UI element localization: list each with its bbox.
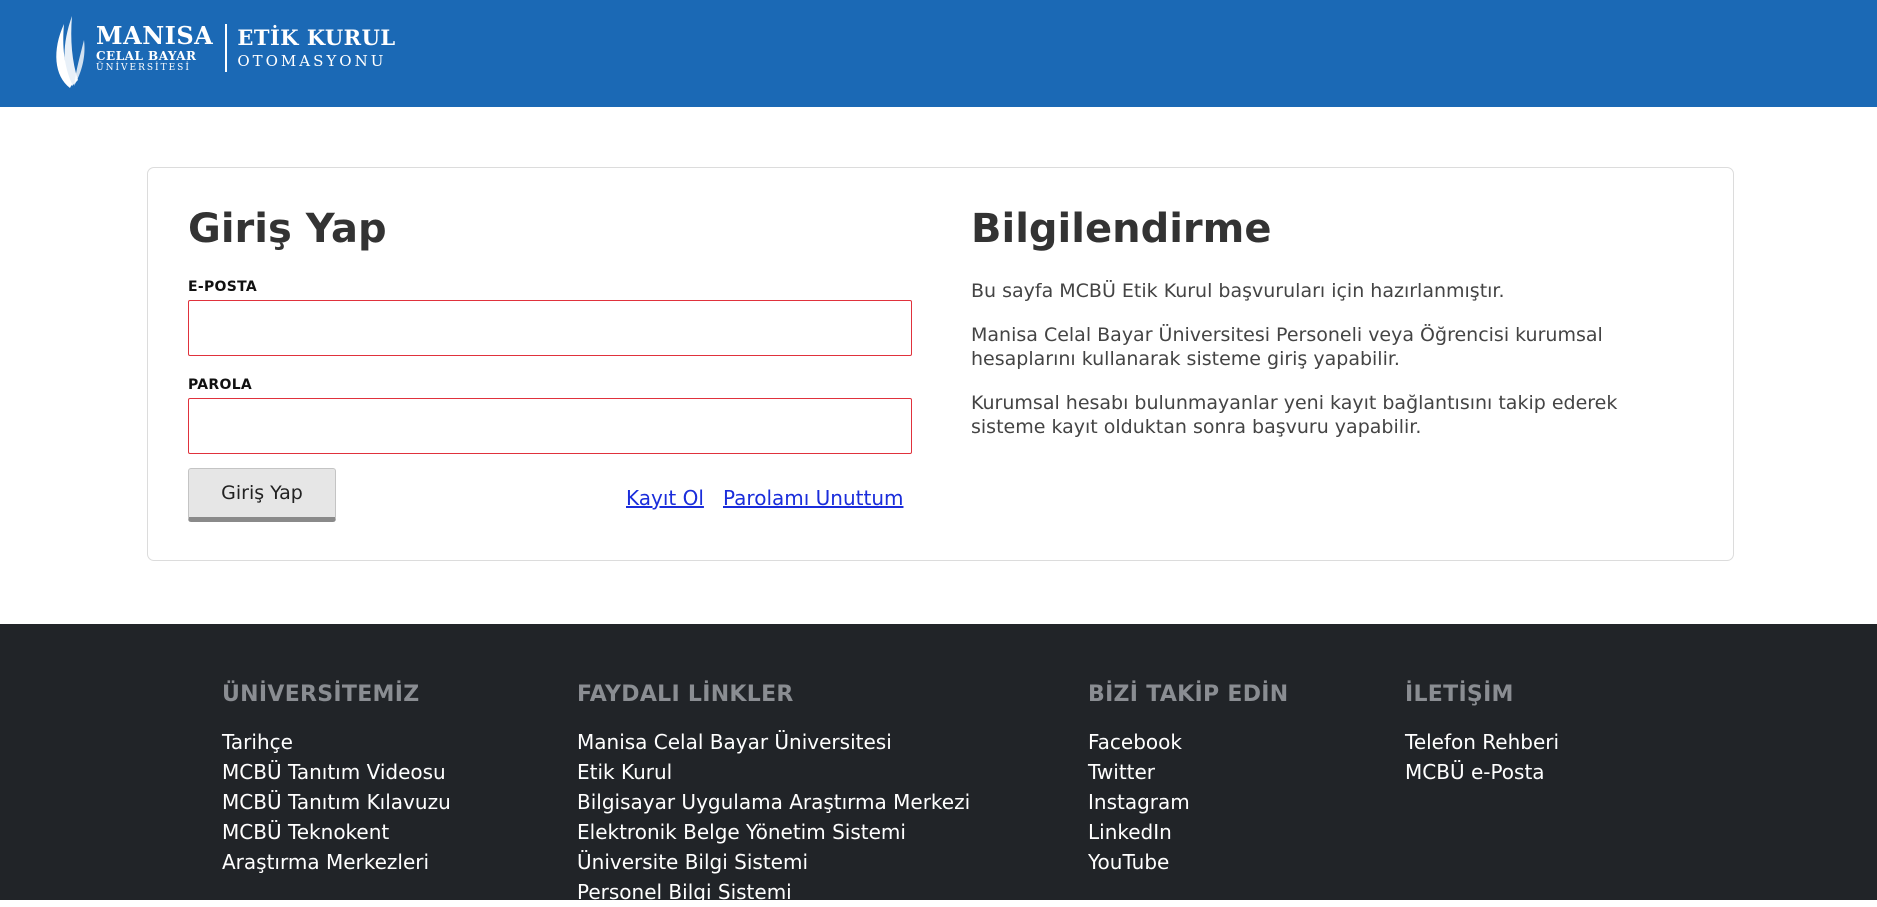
- footer-link[interactable]: MCBÜ Teknokent: [222, 817, 451, 847]
- password-input[interactable]: [188, 398, 912, 454]
- logo-line-1: MANISA: [96, 20, 214, 50]
- university-logo[interactable]: MANISA CELAL BAYAR ÜNİVERSİTESİ ETİK KUR…: [48, 6, 396, 90]
- info-title: Bilgilendirme: [971, 206, 1272, 252]
- info-paragraph-2: Manisa Celal Bayar Üniversitesi Personel…: [971, 324, 1603, 370]
- footer-link[interactable]: Tarihçe: [222, 727, 451, 757]
- footer-column-contact: İLETİŞİM Telefon Rehberi MCBÜ e-Posta: [1405, 682, 1559, 787]
- logo-line-2: CELAL BAYAR: [96, 48, 197, 63]
- logo-divider: [225, 24, 228, 72]
- footer-link-instagram[interactable]: Instagram: [1088, 787, 1288, 817]
- tulip-logo-icon: [56, 16, 85, 88]
- footer-heading: BİZİ TAKİP EDİN: [1088, 682, 1289, 707]
- login-card: Giriş Yap E-POSTA PAROLA Giriş Yap Kayıt…: [147, 167, 1734, 561]
- footer-link-facebook[interactable]: Facebook: [1088, 727, 1288, 757]
- footer-link[interactable]: Manisa Celal Bayar Üniversitesi: [577, 727, 970, 757]
- footer-column-follow-us: BİZİ TAKİP EDİN Facebook Twitter Instagr…: [1088, 682, 1288, 877]
- footer-link-twitter[interactable]: Twitter: [1088, 757, 1288, 787]
- footer-link[interactable]: MCBÜ Tanıtım Kılavuzu: [222, 787, 451, 817]
- footer-heading: ÜNİVERSİTEMİZ: [222, 682, 420, 707]
- info-paragraph-3: Kurumsal hesabı bulunmayanlar yeni kayıt…: [971, 392, 1618, 438]
- footer-link[interactable]: MCBÜ Tanıtım Videosu: [222, 757, 451, 787]
- footer-column-university: ÜNİVERSİTEMİZ Tarihçe MCBÜ Tanıtım Video…: [222, 682, 451, 877]
- logo-line-3: ÜNİVERSİTESİ: [96, 62, 191, 73]
- footer-heading: FAYDALI LİNKLER: [577, 682, 794, 707]
- footer-link[interactable]: Telefon Rehberi: [1405, 727, 1559, 757]
- footer-column-useful-links: FAYDALI LİNKLER Manisa Celal Bayar Ünive…: [577, 682, 970, 907]
- app-name-line-1: ETİK KURUL: [237, 25, 396, 50]
- footer-link[interactable]: Bilgisayar Uygulama Araştırma Merkezi: [577, 787, 970, 817]
- footer-link-list: Manisa Celal Bayar Üniversitesi Etik Kur…: [577, 727, 970, 907]
- footer-link-list: Facebook Twitter Instagram LinkedIn YouT…: [1088, 727, 1288, 877]
- footer-link-linkedin[interactable]: LinkedIn: [1088, 817, 1288, 847]
- footer-link[interactable]: Personel Bilgi Sistemi: [577, 877, 970, 907]
- top-header: MANISA CELAL BAYAR ÜNİVERSİTESİ ETİK KUR…: [0, 0, 1877, 107]
- site-footer: ÜNİVERSİTEMİZ Tarihçe MCBÜ Tanıtım Video…: [0, 624, 1877, 904]
- footer-link[interactable]: Araştırma Merkezleri: [222, 847, 451, 877]
- login-title: Giriş Yap: [188, 206, 387, 252]
- forgot-password-link[interactable]: Parolamı Unuttum: [723, 486, 903, 510]
- footer-link-youtube[interactable]: YouTube: [1088, 847, 1288, 877]
- footer-link[interactable]: MCBÜ e-Posta: [1405, 757, 1559, 787]
- email-label: E-POSTA: [188, 279, 258, 295]
- password-label: PAROLA: [188, 377, 253, 393]
- footer-link-list: Tarihçe MCBÜ Tanıtım Videosu MCBÜ Tanıtı…: [222, 727, 451, 877]
- footer-link-list: Telefon Rehberi MCBÜ e-Posta: [1405, 727, 1559, 787]
- footer-link[interactable]: Etik Kurul: [577, 757, 970, 787]
- app-name-line-2: OTOMASYONU: [237, 52, 387, 70]
- register-link[interactable]: Kayıt Ol: [626, 486, 704, 510]
- email-input[interactable]: [188, 300, 912, 356]
- university-name: MANISA CELAL BAYAR ÜNİVERSİTESİ: [96, 20, 214, 73]
- app-name: ETİK KURUL OTOMASYONU: [237, 27, 395, 69]
- footer-link[interactable]: Üniversite Bilgi Sistemi: [577, 847, 970, 877]
- info-paragraph-1: Bu sayfa MCBÜ Etik Kurul başvuruları içi…: [971, 280, 1505, 302]
- login-button[interactable]: Giriş Yap: [188, 468, 336, 522]
- footer-link[interactable]: Elektronik Belge Yönetim Sistemi: [577, 817, 970, 847]
- footer-heading: İLETİŞİM: [1405, 682, 1514, 707]
